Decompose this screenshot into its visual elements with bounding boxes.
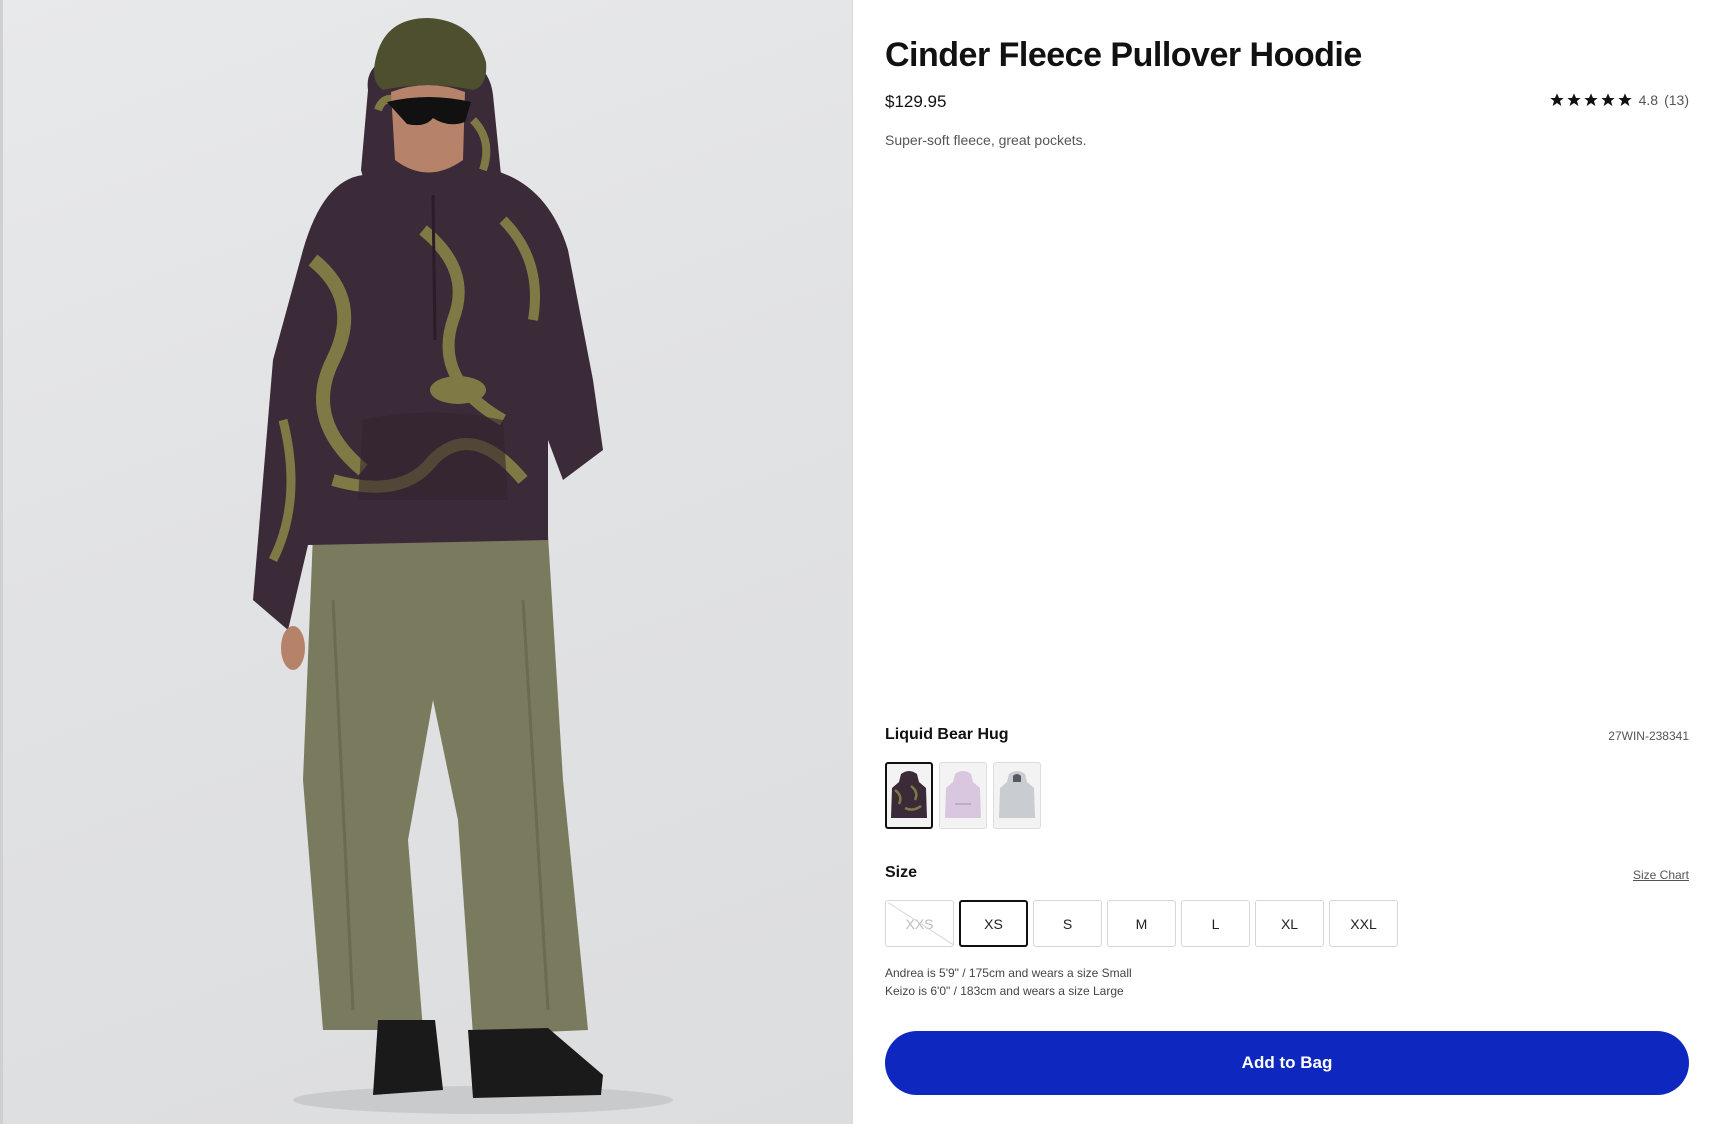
- color-name: Liquid Bear Hug: [885, 726, 1009, 743]
- swatch-liquid-bear-hug[interactable]: [885, 762, 933, 829]
- product-sku: 27WIN-238341: [1608, 729, 1689, 743]
- star-icon: [1600, 93, 1615, 106]
- swatch-lavender[interactable]: [939, 762, 987, 829]
- product-description: Super-soft fleece, great pockets.: [885, 132, 1087, 148]
- model-fit-notes: Andrea is 5'9" / 175cm and wears a size …: [885, 964, 1132, 1000]
- color-swatches: [885, 762, 1041, 829]
- size-option-m[interactable]: M: [1107, 900, 1176, 947]
- size-option-xxl[interactable]: XXL: [1329, 900, 1398, 947]
- size-chart-link[interactable]: Size Chart: [1633, 868, 1689, 882]
- size-option-xl[interactable]: XL: [1255, 900, 1324, 947]
- size-option-s[interactable]: S: [1033, 900, 1102, 947]
- hoodie-thumbnail: [945, 770, 981, 818]
- size-label: Size: [885, 864, 918, 881]
- product-rating[interactable]: 4.8 (13): [1549, 92, 1689, 108]
- hoodie-thumbnail: [891, 770, 927, 818]
- fit-note: Keizo is 6'0" / 183cm and wears a size L…: [885, 984, 1124, 998]
- product-image[interactable]: [0, 0, 853, 1124]
- fit-note: Andrea is 5'9" / 175cm and wears a size …: [885, 966, 1132, 980]
- size-option-l[interactable]: L: [1181, 900, 1250, 947]
- product-title: Cinder Fleece Pullover Hoodie: [885, 36, 1362, 74]
- star-icon: [1617, 93, 1632, 106]
- product-price: $129.95: [885, 92, 947, 111]
- review-count: (13): [1664, 92, 1689, 108]
- rating-value: 4.8: [1638, 92, 1659, 108]
- hoodie-thumbnail: [999, 770, 1035, 818]
- size-option-xs[interactable]: XS: [959, 900, 1028, 947]
- model-photo: [253, 18, 673, 1114]
- rating-stars: [1549, 92, 1633, 108]
- star-icon: [1549, 93, 1564, 106]
- add-to-bag-button[interactable]: Add to Bag: [885, 1031, 1689, 1095]
- size-options: XXS XS S M L XL XXL: [885, 900, 1398, 947]
- product-info-panel: Cinder Fleece Pullover Hoodie $129.95 4.…: [885, 0, 1689, 1124]
- star-icon: [1583, 93, 1598, 106]
- swatch-gray[interactable]: [993, 762, 1041, 829]
- star-icon: [1566, 93, 1581, 106]
- size-option-xxs[interactable]: XXS: [885, 900, 954, 947]
